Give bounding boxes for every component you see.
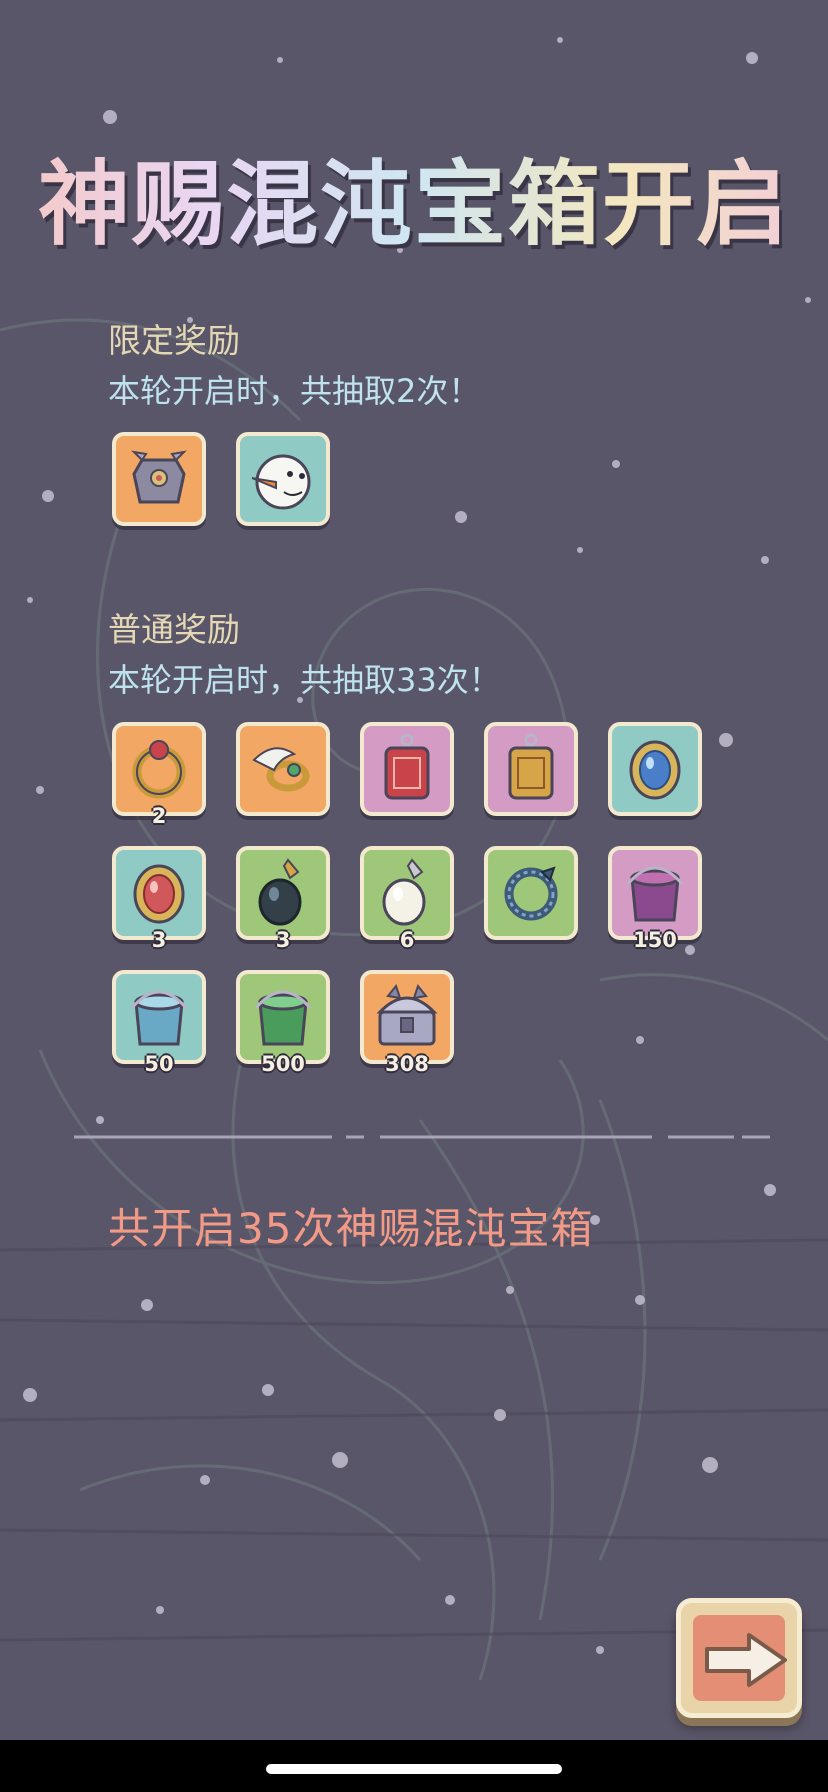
silver-chest-icon	[376, 983, 438, 1046]
red-charm-pendant-icon	[384, 733, 430, 800]
normal-reward-item[interactable]	[236, 722, 330, 816]
red-gem-ring-icon	[132, 740, 186, 799]
winged-ring-icon	[252, 747, 310, 792]
normal-reward-item[interactable]: 308	[360, 970, 454, 1076]
next-button-face	[693, 1615, 787, 1701]
next-button[interactable]	[676, 1598, 802, 1718]
item-quantity: 6	[399, 928, 415, 952]
gold-charm-pendant-icon	[508, 733, 554, 800]
limited-rewards-heading: 限定奖励	[108, 321, 240, 360]
item-quantity: 500	[261, 1052, 305, 1076]
green-paint-bucket-icon	[254, 990, 312, 1046]
normal-reward-item[interactable]: 3	[236, 846, 330, 952]
purple-paint-bucket-icon	[626, 866, 684, 922]
black-pearl-pendant-icon	[258, 858, 302, 926]
item-quantity: 50	[144, 1052, 174, 1076]
item-quantity: 3	[275, 928, 291, 952]
item-quantity: 2	[151, 804, 167, 828]
item-quantity: 308	[385, 1052, 429, 1076]
normal-reward-item[interactable]: 3	[112, 846, 206, 952]
white-pearl-pendant-icon	[382, 858, 426, 926]
limited-rewards-subtitle: 本轮开启时，共抽取2次！	[108, 372, 481, 410]
limited-reward-item[interactable]	[236, 432, 330, 526]
normal-reward-item[interactable]: 150	[608, 846, 702, 952]
blue-paint-bucket-icon	[130, 990, 188, 1046]
normal-rewards-heading: 普通奖励	[108, 610, 240, 649]
normal-reward-item[interactable]: 500	[236, 970, 330, 1076]
home-indicator[interactable]	[266, 1764, 562, 1774]
red-gem-amulet-icon	[133, 864, 185, 924]
right-arrow-icon	[705, 1633, 787, 1687]
item-quantity: 3	[151, 928, 167, 952]
normal-reward-item[interactable]: 2	[112, 722, 206, 828]
normal-reward-item[interactable]	[484, 846, 578, 940]
normal-reward-item[interactable]	[360, 722, 454, 816]
armor-chest-icon	[131, 450, 187, 504]
snowman-head-icon	[251, 454, 311, 510]
normal-reward-item[interactable]	[608, 722, 702, 816]
serpent-ring-icon	[504, 866, 558, 921]
normal-rewards-subtitle: 本轮开启时，共抽取33次！	[108, 661, 501, 699]
page-title: 神赐混沌宝箱开启	[0, 130, 828, 263]
limited-reward-item[interactable]	[112, 432, 206, 526]
normal-reward-item[interactable]	[484, 722, 578, 816]
normal-reward-item[interactable]: 50	[112, 970, 206, 1076]
normal-reward-item[interactable]: 6	[360, 846, 454, 952]
total-opened-text: 共开启35次神赐混沌宝箱	[108, 1204, 594, 1253]
section-divider	[74, 1135, 770, 1139]
item-quantity: 150	[633, 928, 677, 952]
blue-gem-amulet-icon	[629, 740, 681, 800]
